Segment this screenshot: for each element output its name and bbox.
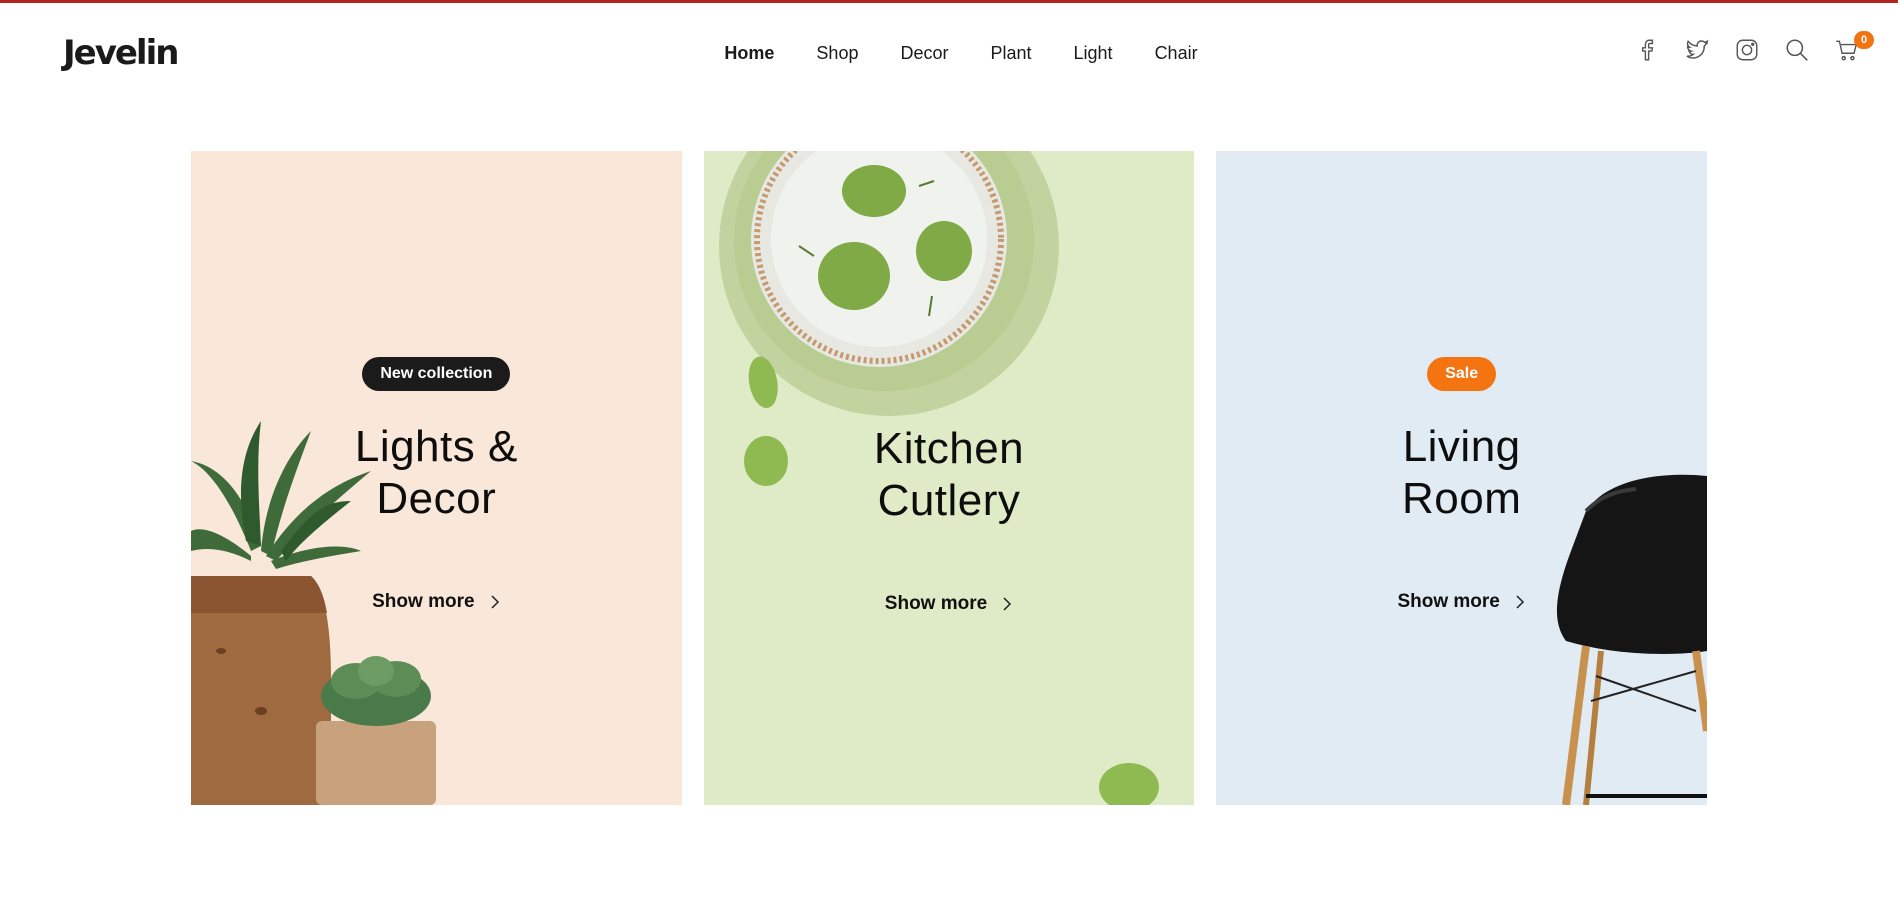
main-nav: Home Shop Decor Plant Light Chair <box>0 43 1898 67</box>
instagram-icon[interactable] <box>1734 37 1760 63</box>
cart-count-badge: 0 <box>1854 31 1874 49</box>
show-more-link[interactable]: Show more <box>885 593 1013 615</box>
twitter-icon[interactable] <box>1684 37 1710 63</box>
card-title-line2: Cutlery <box>877 476 1021 525</box>
nav-list: Home Shop Decor Plant Light Chair <box>724 43 1197 64</box>
search-icon[interactable] <box>1784 37 1810 63</box>
nav-item-chair[interactable]: Chair <box>1155 43 1198 64</box>
card-title: Lights & Decor <box>191 421 682 525</box>
sale-badge: Sale <box>1427 357 1497 391</box>
card-title-line2: Room <box>1401 474 1522 523</box>
card-lights-decor[interactable]: New collection Lights & Decor Show more <box>191 151 682 805</box>
chevron-right-icon <box>491 595 499 609</box>
card-living-room[interactable]: Sale Living Room Show more <box>1216 151 1708 805</box>
card-title: Living Room <box>1216 421 1707 525</box>
facebook-icon[interactable] <box>1634 37 1660 63</box>
card-title-line2: Decor <box>376 474 497 523</box>
nav-item-home[interactable]: Home <box>724 43 774 64</box>
header-icons: 0 <box>1634 31 1874 63</box>
chevron-right-icon <box>1003 597 1012 611</box>
nav-item-shop[interactable]: Shop <box>816 43 858 64</box>
show-more-link[interactable]: Show more <box>1397 591 1525 613</box>
badge-spacer <box>704 357 1195 393</box>
show-more-link[interactable]: Show more <box>372 591 500 613</box>
nav-item-plant[interactable]: Plant <box>990 43 1031 64</box>
cart-icon[interactable]: 0 <box>1834 31 1874 63</box>
card-content: New collection Lights & Decor Show more <box>191 357 682 613</box>
card-title: Kitchen Cutlery <box>704 423 1195 527</box>
show-more-label: Show more <box>372 591 475 612</box>
site-header: Jevelin Home Shop Decor Plant Light Chai… <box>0 3 1898 103</box>
card-content: Sale Living Room Show more <box>1216 357 1707 613</box>
card-title-line1: Kitchen <box>873 424 1025 473</box>
card-title-line1: Lights & <box>354 422 518 471</box>
new-collection-badge: New collection <box>362 357 511 391</box>
card-title-line1: Living <box>1402 422 1521 471</box>
category-cards: New collection Lights & Decor Show more <box>191 151 1708 805</box>
show-more-label: Show more <box>1397 591 1500 612</box>
nav-item-light[interactable]: Light <box>1074 43 1113 64</box>
chevron-right-icon <box>1516 595 1524 609</box>
nav-item-decor[interactable]: Decor <box>900 43 948 64</box>
card-content: Kitchen Cutlery Show more <box>704 357 1195 615</box>
card-kitchen-cutlery[interactable]: Kitchen Cutlery Show more <box>703 151 1195 805</box>
show-more-label: Show more <box>884 593 988 614</box>
